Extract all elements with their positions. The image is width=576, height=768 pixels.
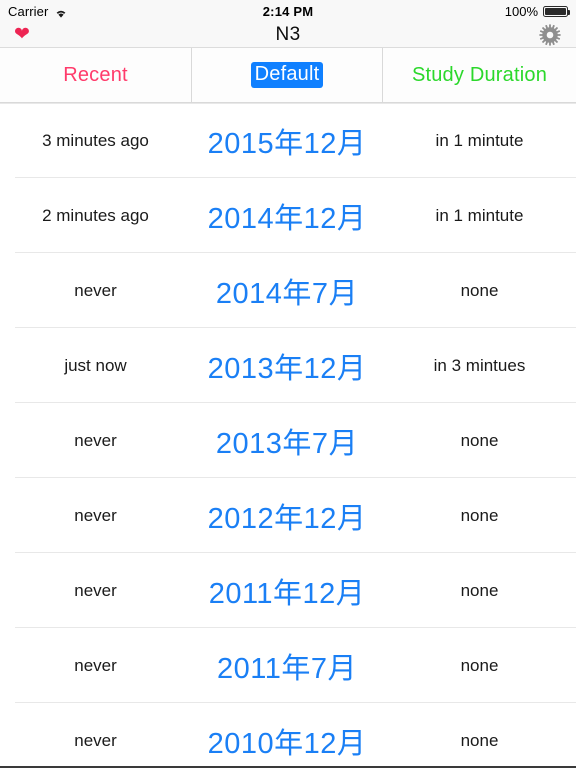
cell-study-duration: none — [460, 580, 499, 600]
carrier-label: Carrier — [8, 3, 49, 19]
table-row[interactable]: never 2013年7月 none — [0, 403, 576, 478]
cell-recent: never — [74, 580, 117, 600]
app-window: Carrier 2:14 PM 100% ❤ N3 Recent Default… — [0, 0, 576, 768]
table-row[interactable]: never 2011年12月 none — [0, 553, 576, 628]
tab-study-duration[interactable]: Study Duration — [383, 48, 576, 102]
gear-icon[interactable] — [538, 23, 562, 47]
status-bar-left: Carrier — [8, 4, 68, 19]
tab-default[interactable]: Default — [191, 48, 383, 102]
table-row[interactable]: never 2012年12月 none — [0, 478, 576, 553]
cell-study-duration: none — [460, 280, 499, 300]
tab-recent[interactable]: Recent — [0, 48, 191, 102]
table-row[interactable]: 2 minutes ago 2014年12月 in 1 mintute — [0, 178, 576, 253]
battery-percent-label: 100% — [504, 3, 538, 19]
page-title: N3 — [275, 24, 301, 45]
table-row[interactable]: just now 2013年12月 in 3 mintues — [0, 328, 576, 403]
exam-list-table[interactable]: 3 minutes ago 2015年12月 in 1 mintute 2 minut… — [0, 103, 576, 768]
status-bar: Carrier 2:14 PM 100% — [0, 0, 576, 22]
cell-recent: just now — [64, 355, 127, 375]
battery-fill — [545, 7, 566, 15]
heart-icon[interactable]: ❤ — [14, 25, 30, 44]
cell-study-duration: in 3 mintues — [433, 355, 526, 375]
wifi-icon — [54, 7, 68, 18]
cell-exam-title: 2012年12月 — [207, 502, 367, 535]
cell-recent: 2 minutes ago — [42, 205, 149, 225]
cell-study-duration: none — [460, 430, 499, 450]
cell-exam-title: 2013年7月 — [215, 427, 359, 460]
cell-exam-title: 2010年12月 — [207, 727, 367, 760]
cell-exam-title: 2011年7月 — [217, 652, 357, 685]
cell-recent: 3 minutes ago — [42, 130, 149, 150]
battery-icon — [543, 5, 570, 17]
cell-study-duration: in 1 mintute — [435, 130, 524, 150]
status-bar-clock: 2:14 PM — [262, 3, 314, 19]
table-row[interactable]: never 2014年7月 none — [0, 253, 576, 328]
segmented-tab-bar: Recent Default Study Duration — [0, 48, 576, 103]
cell-recent: never — [74, 505, 117, 525]
status-bar-right: 100% — [504, 3, 570, 19]
cell-exam-title: 2015年12月 — [207, 127, 367, 160]
cell-recent: never — [74, 730, 117, 750]
cell-exam-title: 2014年12月 — [207, 202, 367, 235]
tab-recent-label: Recent — [63, 63, 128, 86]
cell-exam-title: 2014年7月 — [215, 277, 359, 310]
table-row[interactable]: never 2010年12月 none — [0, 703, 576, 768]
table-row[interactable]: 3 minutes ago 2015年12月 in 1 mintute — [0, 103, 576, 178]
cell-recent: never — [74, 430, 117, 450]
cell-exam-title: 2013年12月 — [207, 352, 367, 385]
table-row[interactable]: never 2011年7月 none — [0, 628, 576, 703]
tab-default-label: Default — [250, 62, 324, 88]
cell-recent: never — [74, 280, 117, 300]
navigation-bar: ❤ N3 — [0, 22, 576, 48]
tab-study-duration-label: Study Duration — [411, 63, 548, 86]
cell-study-duration: none — [460, 655, 499, 675]
cell-study-duration: in 1 mintute — [435, 205, 524, 225]
cell-study-duration: none — [460, 505, 499, 525]
cell-exam-title: 2011年12月 — [208, 577, 366, 610]
cell-recent: never — [74, 655, 117, 675]
cell-study-duration: none — [460, 730, 499, 750]
